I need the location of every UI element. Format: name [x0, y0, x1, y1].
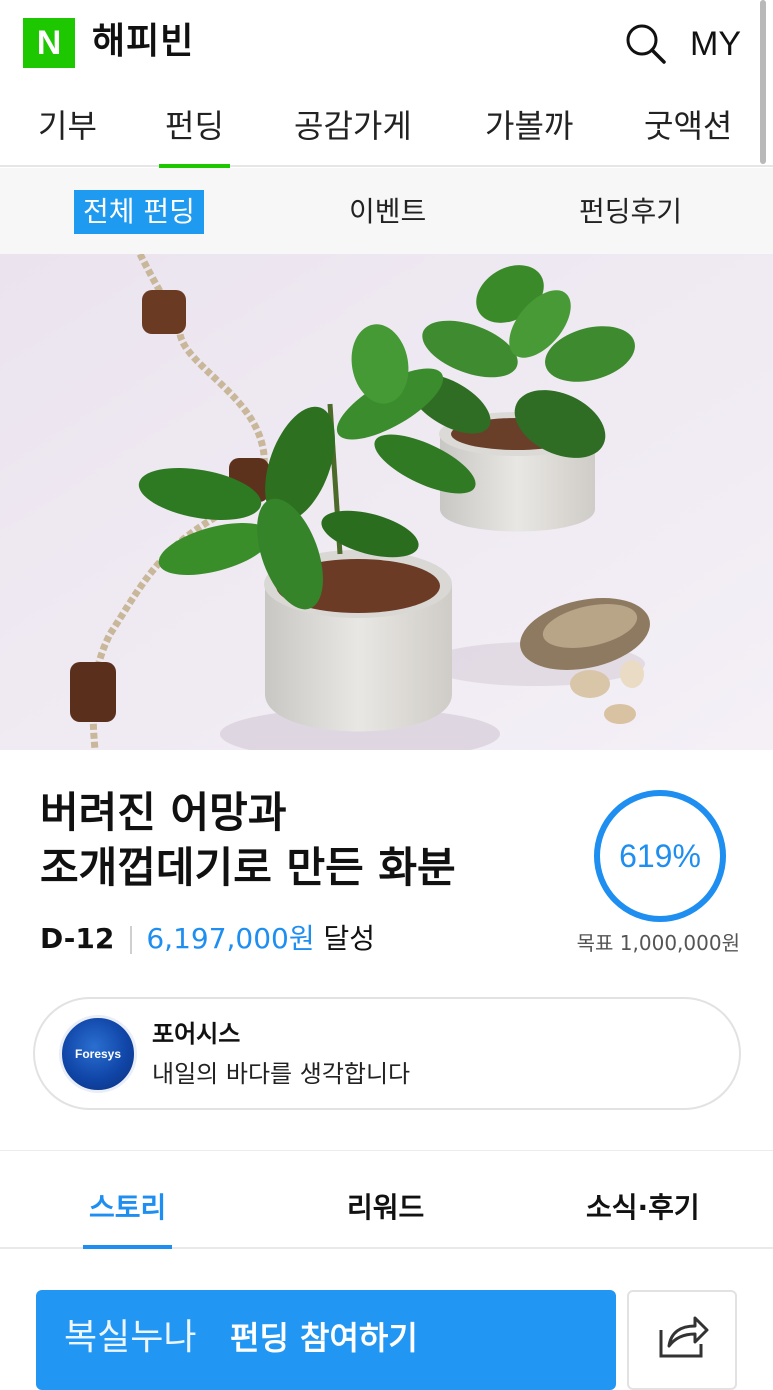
subtab-funding-review[interactable]: 펀딩후기	[579, 190, 682, 234]
project-title: 버려진 어망과 조개껍데기로 만든 화분	[40, 785, 560, 895]
tab-funding[interactable]: 펀딩	[159, 104, 230, 168]
top-bar: N 해피빈 MY	[0, 0, 773, 88]
goal-amount: 목표 1,000,000원	[576, 931, 740, 955]
d-day-label: D-12	[40, 922, 115, 955]
content-tabs: 스토리 리워드 소식·후기	[0, 1152, 773, 1249]
app-title[interactable]: 해피빈	[92, 18, 194, 66]
tab-donation[interactable]: 기부	[38, 104, 97, 148]
fund-participate-label: 펀딩 참여하기	[230, 1319, 418, 1357]
subtab-all-funding[interactable]: 전체 펀딩	[74, 190, 204, 234]
organization-name: 포어시스	[152, 1020, 241, 1048]
tab-good-action[interactable]: 굿액션	[644, 104, 732, 148]
project-title-line2: 조개껍데기로 만든 화분	[40, 843, 456, 892]
meta-divider	[130, 926, 133, 954]
user-nickname: 복실누나	[64, 1317, 197, 1358]
tab-news-review[interactable]: 소식·후기	[586, 1188, 700, 1228]
section-divider	[0, 1150, 773, 1151]
naver-logo[interactable]: N	[23, 18, 75, 68]
hero-image[interactable]	[0, 254, 773, 750]
tab-reward[interactable]: 리워드	[347, 1188, 424, 1228]
share-button[interactable]	[627, 1290, 737, 1390]
sub-nav: 전체 펀딩 이벤트 펀딩후기	[0, 168, 773, 254]
search-icon[interactable]	[624, 22, 668, 66]
tab-go[interactable]: 가볼까	[485, 104, 573, 148]
raised-amount: 6,197,000원	[146, 922, 315, 955]
tab-store[interactable]: 공감가게	[294, 104, 412, 148]
organization-logo: Foresys	[59, 1015, 137, 1093]
share-icon	[659, 1316, 709, 1358]
subtab-event[interactable]: 이벤트	[349, 190, 426, 234]
tab-story[interactable]: 스토리	[82, 1188, 173, 1249]
main-nav: 기부 펀딩 공감가게 가볼까 굿액션	[0, 88, 773, 168]
project-title-line1: 버려진 어망과	[40, 788, 287, 837]
organization-card[interactable]: Foresys 포어시스 내일의 바다를 생각합니다	[33, 997, 741, 1110]
scrollbar[interactable]	[760, 0, 766, 164]
organization-description: 내일의 바다를 생각합니다	[152, 1060, 411, 1088]
achieved-label: 달성	[323, 922, 376, 955]
my-page-link[interactable]: MY	[690, 22, 741, 66]
progress-percent: 619%	[619, 837, 701, 874]
funding-meta: D-12 6,197,000원 달성	[40, 918, 375, 960]
fund-participate-button[interactable]: 복실누나 펀딩 참여하기	[36, 1290, 616, 1390]
